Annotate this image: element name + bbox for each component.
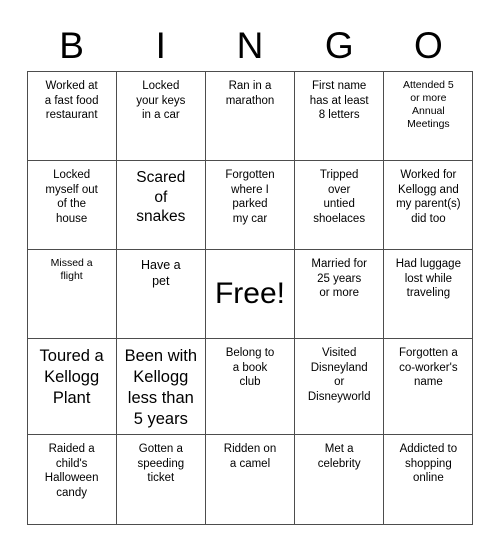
bingo-cell-text: Forgotten a co-worker's name [398,347,458,388]
bingo-cell-o2[interactable]: Worked for Kellogg and my parent(s) did … [383,160,474,250]
bingo-cell-text: Worked at a fast food restaurant [44,80,99,121]
bingo-cell-text: Forgotten where I parked my car [225,169,275,225]
bingo-cell-text: Have a pet [141,258,181,288]
bingo-cell-o1[interactable]: Attended 5 or more Annual Meetings [383,71,474,161]
bingo-row: Worked at a fast food restaurant Locked … [27,71,474,161]
bingo-card: B I N G O Worked at a fast food restaura… [0,0,500,544]
bingo-cell-text: Scared of snakes [136,169,186,225]
bingo-cell-g4[interactable]: Visited Disneyland or Disneyworld [294,338,385,435]
bingo-row: Toured a Kellogg Plant Been with Kellogg… [27,338,474,435]
bingo-cell-text: Visited Disneyland or Disneyworld [307,347,371,403]
bingo-cell-g3[interactable]: Married for 25 years or more [294,249,385,339]
bingo-header: B I N G O [27,0,473,68]
bingo-cell-text: Ridden on a camel [223,443,277,470]
bingo-cell-text: Been with Kellogg less than 5 years [124,347,198,428]
bingo-cell-free-space[interactable]: Free! [205,249,296,339]
bingo-cell-i1[interactable]: Locked your keys in a car [116,71,206,161]
bingo-cell-i4[interactable]: Been with Kellogg less than 5 years [116,338,206,435]
bingo-cell-text: Worked for Kellogg and my parent(s) did … [396,169,461,225]
bingo-cell-g2[interactable]: Tripped over untied shoelaces [294,160,385,250]
bingo-header-letter-g: G [324,25,354,66]
bingo-cell-o3[interactable]: Had luggage lost while traveling [383,249,474,339]
bingo-cell-text: Missed a flight [50,257,93,282]
bingo-cell-n4[interactable]: Belong to a book club [205,338,296,435]
bingo-cell-g5[interactable]: Met a celebrity [294,434,385,525]
bingo-header-letter-o: O [414,25,443,66]
bingo-cell-text: Raided a child's Halloween candy [44,443,99,499]
bingo-cell-o5[interactable]: Addicted to shopping online [383,434,474,525]
bingo-cell-text: Gotten a speeding ticket [137,443,185,484]
bingo-cell-n2[interactable]: Forgotten where I parked my car [205,160,296,250]
bingo-cell-text: Locked myself out of the house [45,169,98,225]
bingo-cell-text: Addicted to shopping online [399,443,458,484]
bingo-cell-text: Belong to a book club [225,347,275,388]
bingo-cell-i3[interactable]: Have a pet [116,249,206,339]
bingo-row: Raided a child's Halloween candy Gotten … [27,434,474,525]
bingo-cell-i2[interactable]: Scared of snakes [116,160,206,250]
bingo-cell-text: First name has at least 8 letters [309,80,369,121]
bingo-cell-n1[interactable]: Ran in a marathon [205,71,296,161]
bingo-row: Missed a flight Have a pet Free! Married… [27,249,474,339]
bingo-cell-text: Ran in a marathon [225,80,275,107]
bingo-header-letter-b: B [59,25,84,66]
bingo-grid: Worked at a fast food restaurant Locked … [26,71,474,525]
bingo-cell-text: Tripped over untied shoelaces [313,169,366,225]
bingo-cell-o4[interactable]: Forgotten a co-worker's name [383,338,474,435]
free-space-label: Free! [214,277,286,310]
bingo-header-letter-i: I [155,25,166,66]
bingo-cell-g1[interactable]: First name has at least 8 letters [294,71,385,161]
bingo-cell-b5[interactable]: Raided a child's Halloween candy [27,434,117,525]
bingo-cell-text: Attended 5 or more Annual Meetings [402,79,454,130]
bingo-cell-text: Had luggage lost while traveling [395,258,461,299]
bingo-row: Locked myself out of the house Scared of… [27,160,474,250]
bingo-header-letter-n: N [236,25,264,66]
bingo-cell-text: Locked your keys in a car [136,80,186,121]
bingo-cell-b3[interactable]: Missed a flight [27,249,117,339]
bingo-cell-text: Married for 25 years or more [311,258,367,299]
bingo-cell-text: Toured a Kellogg Plant [39,347,104,407]
bingo-cell-n5[interactable]: Ridden on a camel [205,434,296,525]
bingo-cell-b2[interactable]: Locked myself out of the house [27,160,117,250]
bingo-cell-i5[interactable]: Gotten a speeding ticket [116,434,206,525]
bingo-cell-text: Met a celebrity [317,443,361,470]
bingo-cell-b1[interactable]: Worked at a fast food restaurant [27,71,117,161]
bingo-cell-b4[interactable]: Toured a Kellogg Plant [27,338,117,435]
